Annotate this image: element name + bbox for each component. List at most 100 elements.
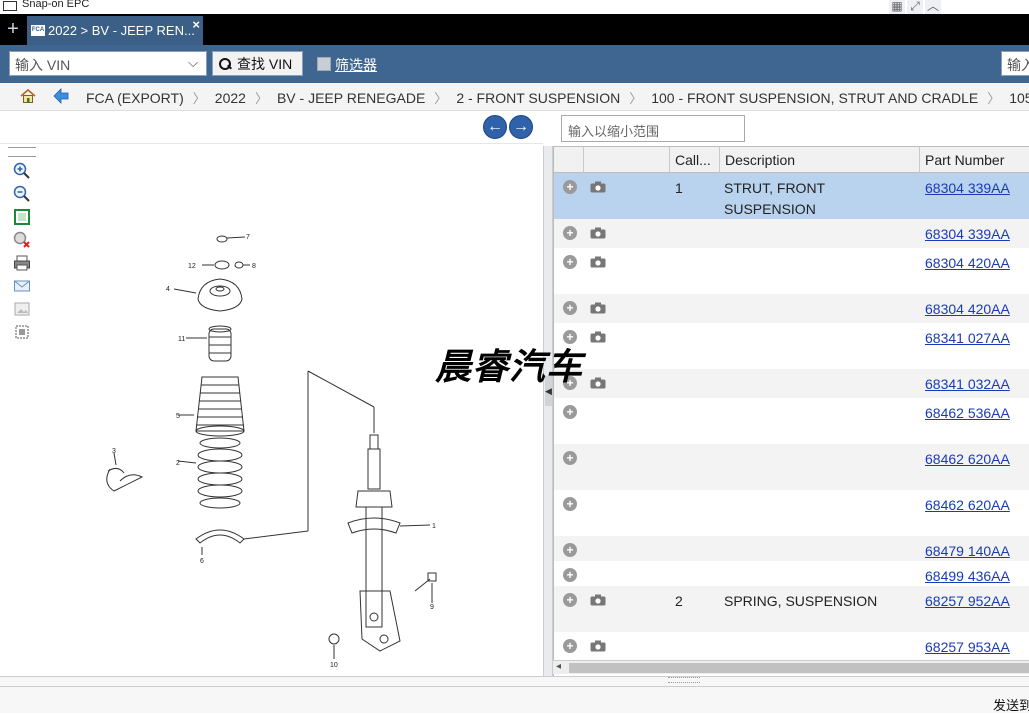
tab-current[interactable]: FCA 2022 > BV - JEEP REN... × (27, 16, 203, 45)
table-row[interactable]: +68341 032AA (554, 369, 1029, 398)
part-number-link[interactable]: 68479 140AA (925, 541, 1010, 562)
panel-splitter[interactable]: ◀ (543, 146, 553, 676)
part-number-link[interactable]: 68304 420AA (925, 299, 1010, 320)
fit-to-window-icon[interactable] (12, 207, 32, 227)
expand-plus-icon[interactable]: + (563, 405, 577, 419)
breadcrumb-item[interactable]: BV - JEEP RENEGADE (277, 90, 425, 106)
part-number-link[interactable]: 68462 536AA (925, 403, 1010, 424)
callout-label[interactable]: 10 (330, 662, 338, 669)
expand-plus-icon[interactable]: + (563, 568, 577, 582)
tools-grip[interactable] (8, 147, 36, 157)
part-number-link[interactable]: 68257 953AA (925, 637, 1010, 658)
table-row[interactable]: +68499 436AA (554, 561, 1029, 586)
header-callout[interactable]: Call... (670, 147, 720, 173)
next-arrow-icon[interactable]: → (509, 115, 533, 139)
filter-link[interactable]: 筛选器 (335, 55, 377, 75)
breadcrumb-item[interactable]: 2022 (215, 90, 246, 106)
camera-icon[interactable] (590, 594, 606, 606)
breadcrumb-item[interactable]: FCA (EXPORT) (86, 90, 184, 106)
narrow-search-input[interactable]: 输入以缩小范围 (561, 115, 745, 142)
camera-icon[interactable] (590, 256, 606, 268)
table-row[interactable]: +68257 953AA (554, 632, 1029, 661)
table-body: +1 STRUT, FRONT SUSPENSION 68304 339AA +683… (554, 173, 1029, 661)
chevron-up-icon[interactable]: ︿ (925, 0, 941, 14)
breadcrumb-item[interactable]: 2 - FRONT SUSPENSION (456, 90, 620, 106)
callout-label[interactable]: 7 (246, 234, 250, 241)
expand-plus-icon[interactable]: + (563, 451, 577, 465)
part-number-link[interactable]: 68499 436AA (925, 566, 1010, 587)
frame-select-icon[interactable] (12, 322, 32, 342)
callout-label[interactable]: 12 (188, 263, 196, 270)
breadcrumb-item[interactable]: 100 - FRONT SUSPENSION, STRUT AND CRADLE (651, 90, 978, 106)
camera-icon[interactable] (590, 181, 606, 193)
table-row[interactable]: +68304 339AA (554, 219, 1029, 248)
table-row[interactable]: +68304 420AA (554, 248, 1029, 294)
table-row[interactable]: +2 SPRING, SUSPENSION 68257 952AA (554, 586, 1029, 632)
expand-plus-icon[interactable]: + (563, 255, 577, 269)
part-number-link[interactable]: 68462 620AA (925, 449, 1010, 470)
callout-label[interactable]: 4 (166, 286, 170, 293)
new-tab-button[interactable]: + (4, 18, 22, 40)
header-part-number[interactable]: Part Number (920, 147, 1029, 173)
table-row[interactable]: +68462 536AA (554, 398, 1029, 444)
callout-label[interactable]: 5 (176, 413, 180, 420)
previous-arrow-icon[interactable]: ← (483, 115, 507, 139)
expand-plus-icon[interactable]: + (563, 226, 577, 240)
right-search-input[interactable]: 输入 (1001, 51, 1029, 76)
expand-plus-icon[interactable]: + (563, 593, 577, 607)
expand-plus-icon[interactable]: + (563, 497, 577, 511)
callout-label[interactable]: 8 (252, 263, 256, 270)
table-row[interactable]: +68341 027AA (554, 323, 1029, 369)
part-number-link[interactable]: 68462 620AA (925, 495, 1010, 516)
callout-label[interactable]: 6 (200, 558, 204, 565)
filter-checkbox[interactable] (317, 57, 331, 71)
callout-label[interactable]: 3 (112, 448, 116, 455)
camera-icon[interactable] (590, 331, 606, 343)
callout-label[interactable]: 1 (432, 523, 436, 530)
part-number-link[interactable]: 68341 027AA (925, 328, 1010, 349)
zoom-in-icon[interactable] (12, 161, 32, 181)
part-number-link[interactable]: 68257 952AA (925, 591, 1010, 612)
fullscreen-icon[interactable]: ⤢ (907, 0, 923, 14)
breadcrumb-item[interactable]: 105.03 - SUSPE (1009, 90, 1029, 106)
table-row[interactable]: +68304 420AA (554, 294, 1029, 323)
part-number-link[interactable]: 68304 420AA (925, 253, 1010, 274)
zoom-out-icon[interactable] (12, 184, 32, 204)
callout-label[interactable]: 11 (178, 336, 185, 343)
camera-icon[interactable] (590, 640, 606, 652)
resize-grip[interactable] (668, 677, 700, 683)
print-icon[interactable] (12, 253, 32, 273)
horizontal-scrollbar[interactable]: ◂ (553, 660, 1029, 674)
find-vin-button[interactable]: 查找 VIN (212, 51, 303, 76)
table-row[interactable]: +68479 140AA (554, 536, 1029, 561)
expand-plus-icon[interactable]: + (563, 543, 577, 557)
chevron-down-icon[interactable]: ⌵ (188, 55, 198, 71)
close-icon[interactable]: × (192, 17, 200, 32)
camera-icon[interactable] (590, 377, 606, 389)
camera-icon[interactable] (590, 302, 606, 314)
header-description[interactable]: Description (720, 147, 920, 173)
expand-plus-icon[interactable]: + (563, 180, 577, 194)
send-to-button[interactable]: 发送到 (993, 695, 1029, 714)
expand-plus-icon[interactable]: + (563, 301, 577, 315)
scrollbar-thumb[interactable] (569, 663, 1029, 673)
table-row[interactable]: +68462 620AA (554, 444, 1029, 490)
part-number-link[interactable]: 68341 032AA (925, 374, 1010, 395)
parts-diagram[interactable]: 7 12 8 4 11 5 2 3 6 1 9 10 (90, 221, 450, 681)
back-arrow-icon[interactable] (53, 88, 69, 104)
expand-plus-icon[interactable]: + (563, 639, 577, 653)
table-row[interactable]: +68462 620AA (554, 490, 1029, 536)
table-row[interactable]: +1 STRUT, FRONT SUSPENSION 68304 339AA (554, 173, 1029, 219)
callout-label[interactable]: 9 (430, 604, 434, 611)
part-number-link[interactable]: 68304 339AA (925, 178, 1010, 199)
image-icon[interactable] (12, 299, 32, 319)
part-number-link[interactable]: 68304 339AA (925, 224, 1010, 245)
scroll-left-icon[interactable]: ◂ (556, 661, 561, 672)
grid-icon[interactable]: ▦ (889, 0, 905, 14)
vin-input[interactable]: 输入 VIN ⌵ (9, 51, 207, 76)
reset-zoom-icon[interactable] (12, 230, 32, 250)
camera-icon[interactable] (590, 227, 606, 239)
callout-label[interactable]: 2 (176, 460, 180, 467)
email-icon[interactable] (12, 276, 32, 296)
home-icon[interactable] (20, 89, 36, 103)
